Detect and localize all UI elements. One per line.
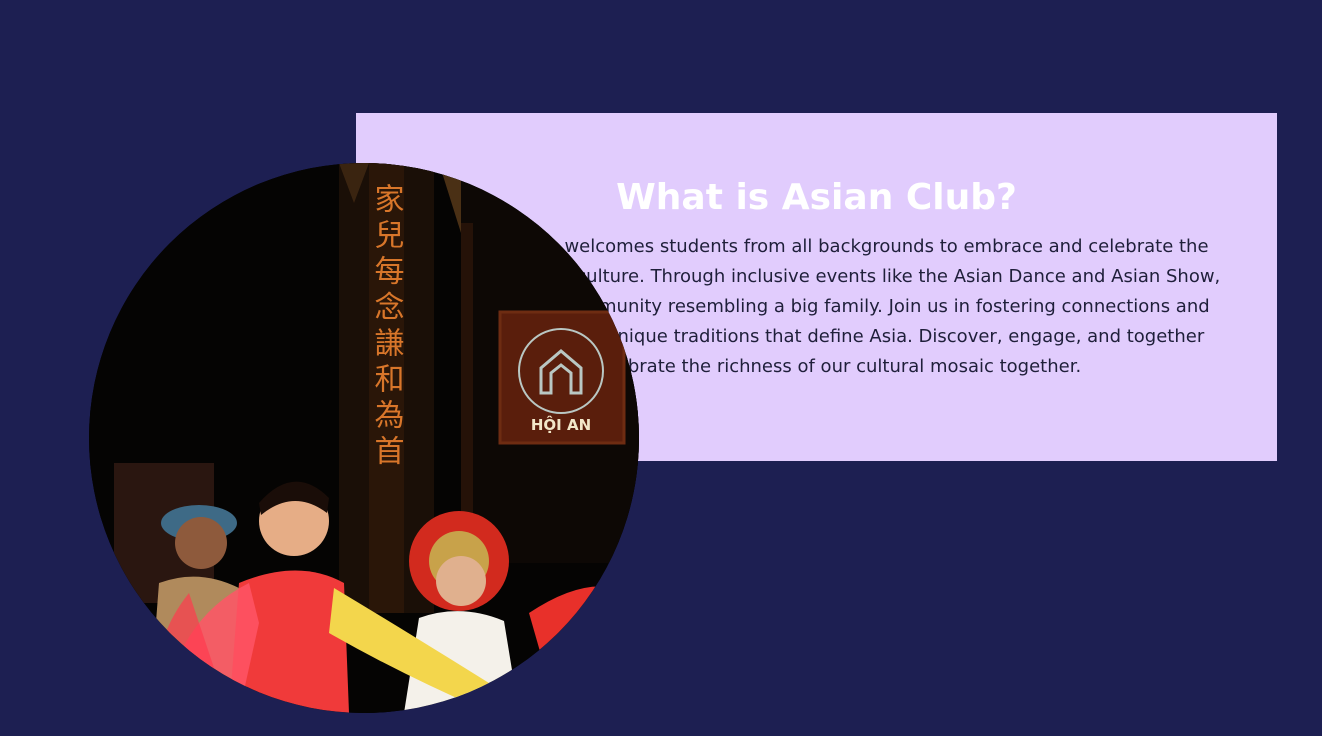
hoi-an-label: HỘI AN — [531, 414, 591, 434]
calligraphy-text: 家兒每念謙和為首 — [369, 183, 405, 471]
dance-performance-photo: 家兒每念謙和為首 HỘI AN — [89, 163, 639, 713]
hoi-an-sign: HỘI AN — [498, 310, 626, 445]
